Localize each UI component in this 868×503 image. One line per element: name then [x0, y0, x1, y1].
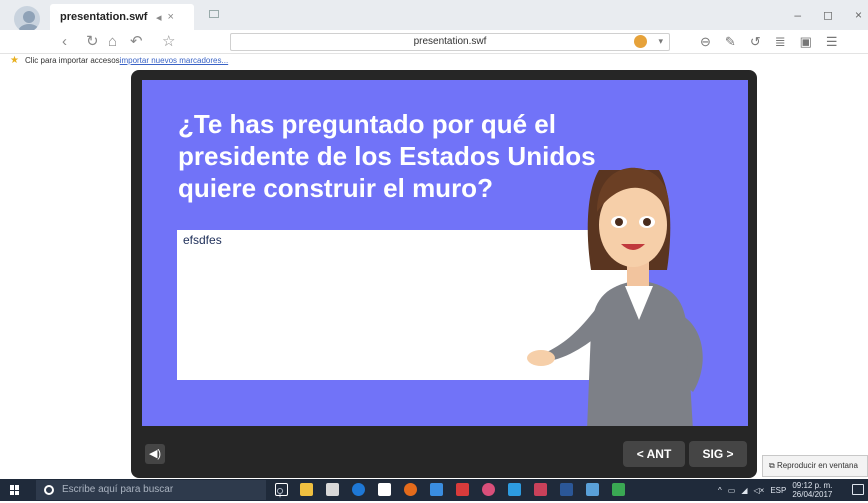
windows-taskbar: Escribe aquí para buscar ⚲ ^ ▭ ◢ ◁× ESP …	[0, 479, 868, 501]
task-view-icon[interactable]	[275, 483, 288, 496]
clock-time: 09:12 p. m.	[792, 481, 833, 490]
network-icon[interactable]: ▭	[728, 486, 736, 495]
skype-icon[interactable]	[508, 483, 521, 496]
tab-title: presentation.swf	[60, 11, 148, 23]
next-button[interactable]: SIG >	[689, 441, 747, 467]
popout-icon: ⧉	[769, 461, 775, 470]
close-icon[interactable]: ×	[855, 8, 862, 22]
photos-icon[interactable]	[586, 483, 599, 496]
presentation-slide: ¿Te has preguntado por qué el presidente…	[142, 80, 748, 426]
window-controls: – ◻ ×	[794, 8, 862, 22]
url-text: presentation.swf	[413, 36, 487, 47]
player-controls: ◀) < ANT SIG >	[131, 430, 757, 478]
site-info-icon[interactable]	[634, 35, 647, 48]
address-bar[interactable]: presentation.swf ▾	[230, 33, 670, 51]
notification-center-icon[interactable]	[852, 484, 864, 495]
chevron-up-icon[interactable]: ^	[718, 486, 722, 495]
bookmark-star-icon[interactable]: ☆	[162, 32, 175, 52]
bookmarks-bar: ★ Clic para importar accesosimportar nuev…	[0, 54, 868, 68]
clock[interactable]: 09:12 p. m. 26/04/2017	[792, 481, 832, 499]
tab-close-icon[interactable]: ×	[168, 11, 174, 23]
chevron-down-icon[interactable]: ▾	[658, 36, 663, 47]
clock-date: 26/04/2017	[792, 490, 833, 499]
popout-label: Reproducir en ventana	[776, 461, 858, 470]
app-icon-blue[interactable]	[430, 483, 443, 496]
undo-icon[interactable]: ↶	[130, 32, 143, 52]
bookmark-hint: Clic para importar accesos	[24, 56, 120, 65]
import-bookmarks-link[interactable]: importar nuevos marcadores...	[120, 56, 229, 65]
star-icon: ★	[10, 55, 19, 66]
wifi-icon[interactable]: ◢	[741, 486, 747, 495]
screenshot-icon[interactable]: ▣	[800, 32, 812, 52]
back-icon[interactable]: ‹	[62, 32, 67, 52]
minimize-icon[interactable]: –	[794, 8, 801, 22]
prev-button[interactable]: < ANT	[623, 441, 685, 467]
translate-icon[interactable]: ≣	[775, 32, 786, 52]
volume-icon[interactable]: ◁×	[753, 486, 764, 495]
sync-icon[interactable]: ⊖	[700, 32, 711, 52]
edge-icon[interactable]	[352, 483, 365, 496]
windows-start-icon[interactable]	[10, 485, 20, 495]
app-icon-red[interactable]	[456, 483, 469, 496]
home-icon[interactable]: ⌂	[108, 32, 117, 52]
browser-tab[interactable]: presentation.swf ◂ ×	[50, 4, 194, 30]
reload-icon[interactable]: ↻	[86, 32, 99, 52]
maximize-icon[interactable]: ◻	[823, 8, 833, 22]
firefox-icon[interactable]	[404, 483, 417, 496]
play-in-window-button[interactable]: ⧉ Reproducir en ventana	[762, 455, 868, 477]
history-icon[interactable]: ↺	[750, 32, 761, 52]
document-icon[interactable]	[378, 483, 391, 496]
store-icon[interactable]	[326, 483, 339, 496]
excel-icon[interactable]	[612, 483, 625, 496]
word-icon[interactable]	[560, 483, 573, 496]
search-placeholder: Escribe aquí para buscar	[62, 484, 174, 495]
file-explorer-icon[interactable]	[300, 483, 313, 496]
menu-icon[interactable]: ☰	[826, 32, 838, 52]
speaker-icon[interactable]: ◀)	[145, 444, 165, 464]
cortana-icon	[44, 485, 54, 495]
tab-audio-icon[interactable]: ◂	[156, 11, 162, 24]
browser-toolbar: ⊖ ✎ ↺ ≣ ▣ ☰	[700, 32, 838, 52]
browser-tab-bar: presentation.swf ◂ × – ◻ ×	[0, 0, 868, 34]
tools-icon[interactable]: ✎	[725, 32, 736, 52]
taskbar-search-input[interactable]: Escribe aquí para buscar ⚲	[36, 480, 284, 500]
tab-list-icon[interactable]	[209, 10, 219, 18]
app-icon-pink[interactable]	[482, 483, 495, 496]
system-tray: ^ ▭ ◢ ◁× ESP 09:12 p. m. 26/04/2017	[718, 479, 832, 501]
presenter-character	[527, 167, 703, 426]
powerpoint-icon[interactable]	[534, 483, 547, 496]
language-indicator[interactable]: ESP	[770, 486, 786, 495]
answer-text: efsdfes	[183, 233, 222, 247]
browser-nav-bar: ‹ ↻ ⌂ ↶ ☆ presentation.swf ▾ ⊖ ✎ ↺ ≣ ▣ ☰	[0, 30, 868, 54]
